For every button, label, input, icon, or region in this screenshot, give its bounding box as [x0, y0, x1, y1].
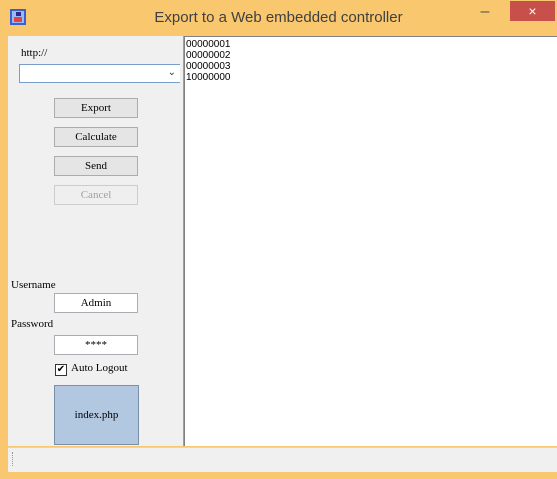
- output-line: 10000000: [186, 72, 231, 83]
- send-button[interactable]: Send: [54, 156, 138, 176]
- status-bar: [8, 447, 557, 472]
- index-php-tile[interactable]: index.php: [54, 385, 139, 445]
- password-field[interactable]: ****: [54, 335, 138, 355]
- output-text-area[interactable]: 00000001 00000002 00000003 10000000: [184, 36, 557, 446]
- output-line: 00000002: [186, 50, 231, 61]
- app-window: Export to a Web embedded controller – × …: [0, 0, 557, 479]
- calculate-button[interactable]: Calculate: [54, 127, 138, 147]
- output-line: 00000003: [186, 61, 231, 72]
- chevron-down-icon[interactable]: ⌄: [168, 67, 176, 78]
- auto-logout-label[interactable]: Auto Logout: [71, 362, 128, 374]
- minimize-button[interactable]: –: [470, 4, 500, 24]
- username-field[interactable]: Admin: [54, 293, 138, 313]
- settings-panel: http:// ⌄ Export Calculate Send Cancel U…: [8, 36, 181, 446]
- url-label: http://: [21, 47, 48, 59]
- minimize-icon: –: [480, 3, 490, 20]
- grip-icon[interactable]: [12, 452, 16, 466]
- close-button[interactable]: ×: [510, 1, 555, 21]
- client-area: http:// ⌄ Export Calculate Send Cancel U…: [8, 36, 557, 446]
- output-line: 00000001: [186, 39, 231, 50]
- cancel-button[interactable]: Cancel: [54, 185, 138, 205]
- url-combobox[interactable]: ⌄: [19, 64, 181, 83]
- close-icon: ×: [528, 3, 537, 19]
- export-button[interactable]: Export: [54, 98, 138, 118]
- title-bar[interactable]: Export to a Web embedded controller – ×: [0, 0, 557, 36]
- auto-logout-checkbox[interactable]: ✔: [55, 364, 67, 376]
- password-label: Password: [11, 318, 54, 330]
- username-label: Username: [11, 279, 56, 291]
